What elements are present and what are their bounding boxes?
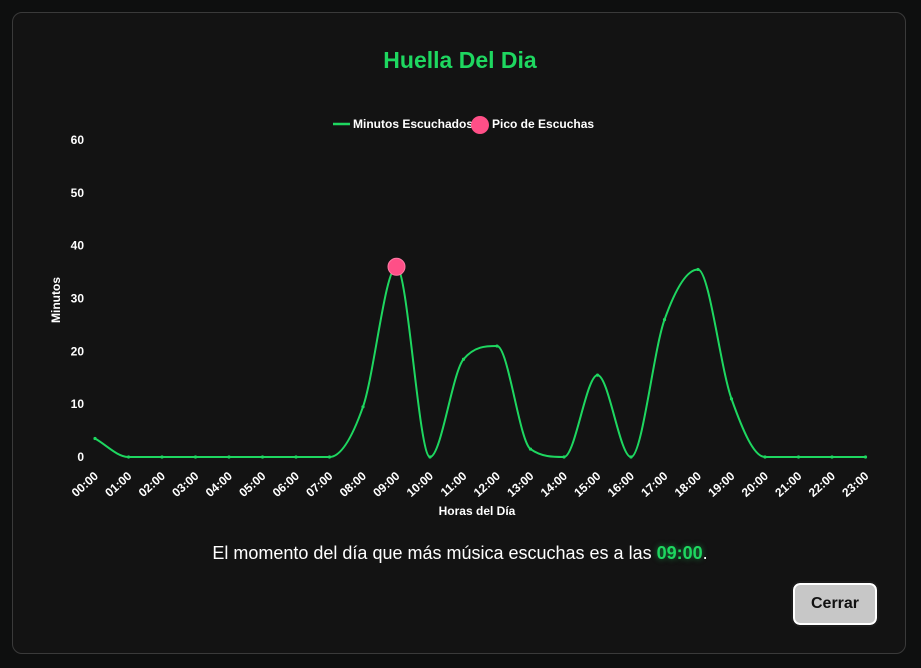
x-tick-label: 21:00 [772, 469, 804, 500]
x-axis-title: Horas del Día [439, 504, 516, 518]
data-point [595, 373, 600, 377]
data-point [763, 455, 767, 459]
x-tick-label: 11:00 [438, 469, 470, 500]
x-tick-label: 06:00 [270, 469, 302, 500]
summary-text: El momento del día que más música escuch… [212, 543, 657, 563]
legend-peak-swatch [471, 116, 489, 134]
x-tick-label: 12:00 [471, 469, 503, 500]
y-tick-label: 30 [71, 292, 85, 306]
data-point [696, 267, 700, 272]
data-point [863, 455, 868, 459]
x-tick-label: 18:00 [672, 469, 704, 500]
data-point [193, 455, 198, 459]
x-tick-label: 20:00 [739, 469, 771, 500]
summary-end: . [702, 543, 708, 563]
series-line-minutos [94, 265, 866, 459]
data-point [662, 318, 667, 322]
x-tick-label: 08:00 [337, 469, 369, 500]
x-tick-label: 09:00 [370, 469, 402, 500]
x-tick-label: 02:00 [136, 469, 168, 500]
legend-label: Pico de Escuchas [492, 117, 594, 131]
data-point [629, 455, 633, 459]
x-tick-label: 10:00 [404, 469, 436, 500]
y-tick-label: 60 [71, 133, 85, 147]
y-tick-label: 0 [77, 450, 84, 464]
data-point [495, 344, 499, 348]
x-tick-label: 15:00 [571, 469, 603, 500]
y-tick-label: 40 [71, 239, 85, 253]
data-point [227, 455, 231, 459]
legend-label: Minutos Escuchados [353, 117, 473, 131]
listening-chart: 0 10 20 30 40 50 60 00:00 01:00 02:00 03:00 04:00 05… [49, 116, 872, 518]
data-point [93, 436, 97, 441]
data-point [260, 455, 265, 459]
y-tick-label: 50 [71, 186, 85, 200]
x-tick-label: 03:00 [169, 469, 201, 500]
data-point [126, 455, 131, 459]
x-tick-label: 07:00 [303, 469, 335, 500]
data-point [796, 455, 801, 459]
daily-footprint-modal: Huella Del Dia 0 10 20 30 40 50 60 00:00 01:00 02… [12, 12, 906, 654]
x-tick-label: 22:00 [806, 469, 838, 500]
data-point [361, 405, 365, 409]
data-point [428, 455, 432, 459]
x-tick-label: 00:00 [69, 469, 101, 500]
x-tick-label: 14:00 [538, 469, 570, 500]
peak-marker [387, 257, 406, 276]
data-point [562, 455, 566, 459]
close-button[interactable]: Cerrar [791, 581, 879, 627]
x-tick-label: 23:00 [839, 469, 871, 500]
y-tick-label: 10 [71, 397, 85, 411]
x-tick-label: 05:00 [236, 469, 268, 500]
peak-summary: El momento del día que más música escuch… [13, 543, 907, 564]
y-axis-title: Minutos [49, 277, 63, 323]
data-point [830, 455, 834, 459]
data-point [327, 455, 332, 459]
peak-time: 09:00 [656, 543, 703, 563]
x-tick-label: 13:00 [504, 469, 536, 500]
x-tick-label: 19:00 [705, 469, 737, 500]
data-point [294, 455, 298, 459]
x-tick-label: 01:00 [102, 469, 134, 500]
y-tick-label: 20 [71, 344, 85, 358]
data-point [528, 447, 533, 451]
x-tick-label: 16:00 [605, 469, 637, 500]
x-tick-label: 04:00 [203, 469, 235, 500]
data-point [160, 455, 164, 459]
data-point [729, 397, 734, 401]
data-point [461, 357, 466, 361]
x-tick-label: 17:00 [638, 469, 670, 500]
